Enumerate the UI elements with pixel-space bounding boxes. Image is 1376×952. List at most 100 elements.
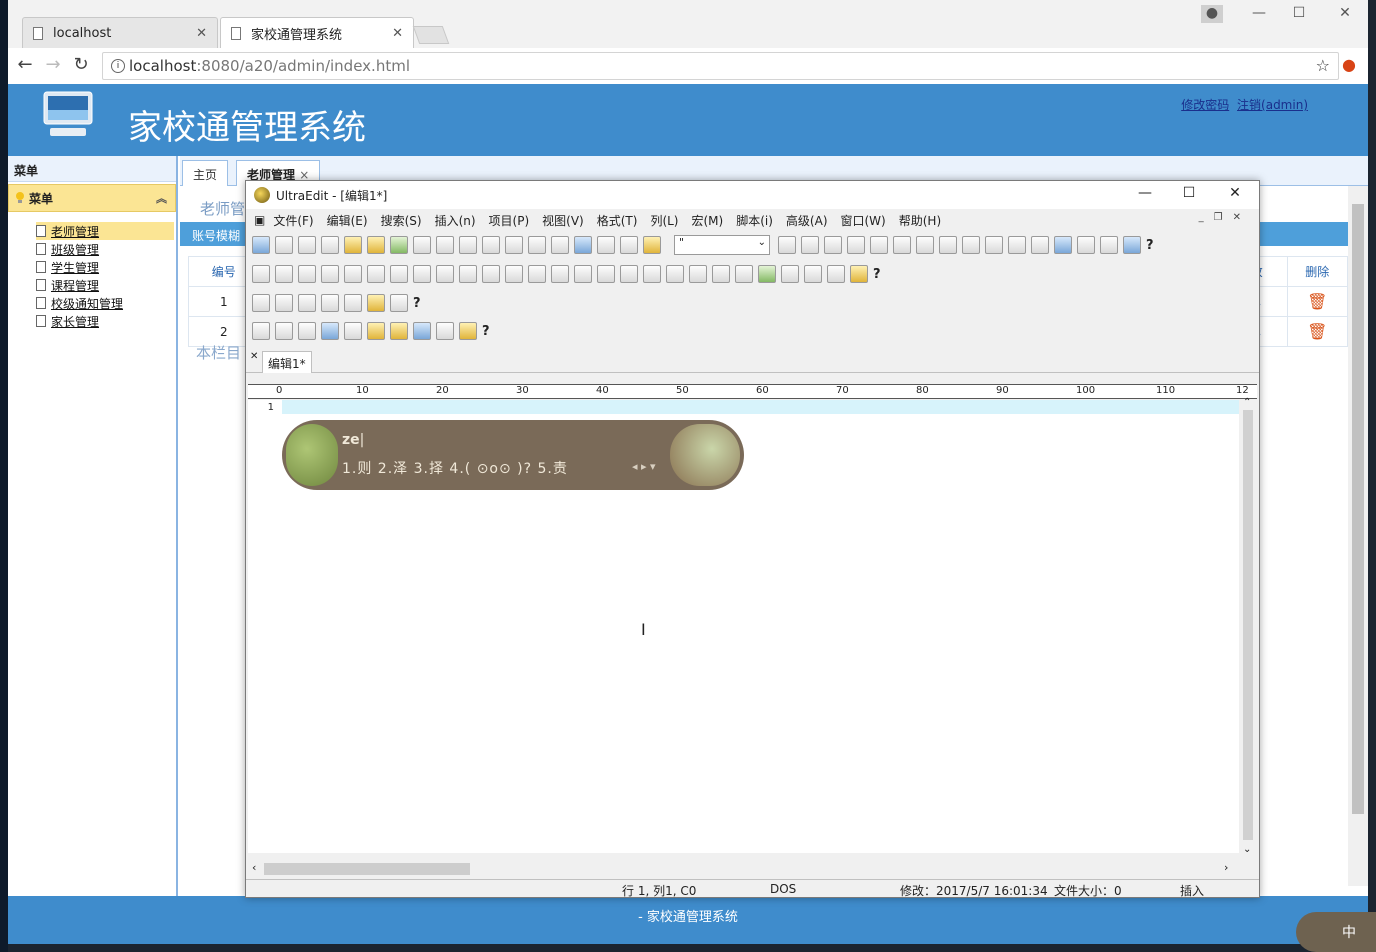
sidebar-item-label[interactable]: 校级通知管理 — [51, 295, 123, 312]
hr-icon[interactable] — [574, 265, 592, 283]
properties-icon[interactable] — [482, 236, 500, 254]
align-left-icon[interactable] — [459, 265, 477, 283]
underline-icon[interactable] — [321, 265, 339, 283]
trash-icon[interactable]: 🗑 — [1286, 316, 1349, 347]
table-cell-icon[interactable] — [298, 294, 316, 312]
view-browser-icon[interactable] — [1077, 236, 1095, 254]
print-preview-icon[interactable] — [436, 236, 454, 254]
wrap-icon[interactable] — [505, 236, 523, 254]
tip-icon[interactable] — [344, 322, 362, 340]
tray-ime-indicator[interactable]: 中 — [1296, 912, 1376, 952]
sidebar-item-class[interactable]: 班级管理 — [36, 240, 176, 258]
print-setup-icon[interactable] — [459, 236, 477, 254]
scroll-right-icon[interactable]: › — [1224, 861, 1228, 874]
windows-icon[interactable] — [459, 322, 477, 340]
code-icon[interactable] — [344, 294, 362, 312]
minimize-icon[interactable]: — — [1130, 185, 1160, 205]
select-icon[interactable] — [643, 265, 661, 283]
open-folder-icon[interactable] — [367, 236, 385, 254]
scroll-down-icon[interactable]: ⌄ — [1243, 844, 1251, 855]
numbered-list-icon[interactable] — [390, 265, 408, 283]
wikipedia-icon[interactable] — [298, 322, 316, 340]
scroll-left-icon[interactable]: ‹ — [252, 861, 256, 874]
forward-icon[interactable]: → — [42, 54, 64, 76]
button-icon[interactable] — [666, 265, 684, 283]
open-ftp-icon[interactable] — [252, 236, 270, 254]
horizontal-scrollbar[interactable]: ‹ › — [248, 861, 1239, 877]
info-icon[interactable] — [1123, 236, 1141, 254]
refresh-icon[interactable] — [1100, 236, 1118, 254]
close-tab-icon[interactable]: ✕ — [392, 26, 403, 41]
back-icon[interactable]: ← — [14, 54, 36, 76]
split-vertical-icon[interactable] — [1008, 236, 1026, 254]
scrollbar-thumb[interactable] — [1243, 410, 1253, 840]
menu-column[interactable]: 列(L) — [650, 212, 678, 229]
browser-tab-localhost[interactable]: localhost ✕ — [22, 17, 218, 48]
goto-icon[interactable] — [870, 236, 888, 254]
cut-icon[interactable] — [597, 236, 615, 254]
google-icon[interactable] — [252, 322, 270, 340]
bold-icon[interactable] — [275, 265, 293, 283]
php-icon[interactable] — [413, 322, 431, 340]
browser-tab-jiaxiaotong[interactable]: 家校通管理系统 ✕ — [220, 17, 414, 48]
ime-candidates[interactable]: 1.则 2.泽 3.择 4.( ⊙o⊙ )? 5.责 — [342, 458, 568, 478]
sidebar-item-teacher[interactable]: 老师管理 — [36, 222, 174, 240]
open-file-icon[interactable] — [344, 236, 362, 254]
menu-advanced[interactable]: 高级(A) — [786, 212, 828, 229]
list-icon[interactable] — [551, 236, 569, 254]
menu-file[interactable]: 文件(F) — [273, 212, 313, 229]
find-icon[interactable] — [778, 236, 796, 254]
table-row-icon[interactable] — [275, 294, 293, 312]
edit-icon[interactable] — [436, 265, 454, 283]
msdn-icon[interactable] — [321, 322, 339, 340]
align-justify-icon[interactable] — [528, 265, 546, 283]
radio-icon[interactable] — [712, 265, 730, 283]
vertical-scrollbar[interactable]: ⌃ ⌄ — [1239, 397, 1257, 855]
close-window-icon[interactable]: ✕ — [1334, 5, 1356, 23]
sidebar-item-notice[interactable]: 校级通知管理 — [36, 294, 176, 312]
address-bar[interactable]: i localhost :8080/a20/admin/index.html ☆ — [102, 52, 1339, 80]
hex-icon[interactable] — [528, 236, 546, 254]
menu-project[interactable]: 项目(P) — [489, 212, 530, 229]
menu-macro[interactable]: 宏(M) — [692, 212, 724, 229]
minimize-icon[interactable]: — — [1248, 5, 1270, 23]
font-select[interactable]: " ⌄ — [674, 235, 770, 255]
new-tab-button[interactable] — [412, 26, 450, 44]
find-prev-icon[interactable] — [824, 236, 842, 254]
sidebar-item-label[interactable]: 家长管理 — [51, 313, 99, 330]
help-icon[interactable]: ? — [413, 296, 421, 311]
tab-home[interactable]: 主页 — [182, 160, 229, 186]
page-scrollbar[interactable] — [1348, 186, 1368, 886]
image-icon[interactable] — [758, 265, 776, 283]
split-horizontal-icon[interactable] — [985, 236, 1003, 254]
align-right-icon[interactable] — [939, 236, 957, 254]
tools-icon[interactable] — [367, 294, 385, 312]
sidebar-item-course[interactable]: 课程管理 — [36, 276, 176, 294]
table-icon[interactable] — [252, 294, 270, 312]
anchor-icon[interactable] — [781, 265, 799, 283]
bookmark-star-icon[interactable]: ☆ — [1316, 56, 1330, 75]
textarea-icon[interactable] — [620, 265, 638, 283]
find-next-icon[interactable] — [801, 236, 819, 254]
web-icon[interactable] — [1054, 236, 1072, 254]
scrollbar-thumb[interactable] — [1352, 204, 1364, 814]
info-icon[interactable]: i — [111, 59, 125, 73]
n-icon[interactable] — [390, 322, 408, 340]
forward-icon[interactable] — [298, 236, 316, 254]
menu-window[interactable]: 窗口(W) — [841, 212, 886, 229]
menu-search[interactable]: 搜索(S) — [381, 212, 422, 229]
logout-link[interactable]: 注销(admin) — [1237, 98, 1308, 112]
change-password-link[interactable]: 修改密码 — [1181, 98, 1229, 112]
bullet-list-icon[interactable] — [367, 265, 385, 283]
scroll-up-icon[interactable]: ⌃ — [1243, 397, 1251, 408]
print-icon[interactable] — [413, 236, 431, 254]
id-icon[interactable] — [321, 294, 339, 312]
align-center-icon[interactable] — [482, 265, 500, 283]
color-icon[interactable] — [850, 265, 868, 283]
mdi-controls[interactable]: _❐✕ — [1199, 212, 1251, 223]
menu-insert[interactable]: 插入(n) — [435, 212, 476, 229]
sidebar-group[interactable]: 菜单 ︽ — [8, 184, 176, 212]
editor-area[interactable]: 1 ze| 1.则 2.泽 3.择 4.( ⊙o⊙ )? 5.责 ◂ ▸ ▾ — [248, 400, 1239, 853]
italic-icon[interactable] — [298, 265, 316, 283]
align-right-icon[interactable] — [505, 265, 523, 283]
